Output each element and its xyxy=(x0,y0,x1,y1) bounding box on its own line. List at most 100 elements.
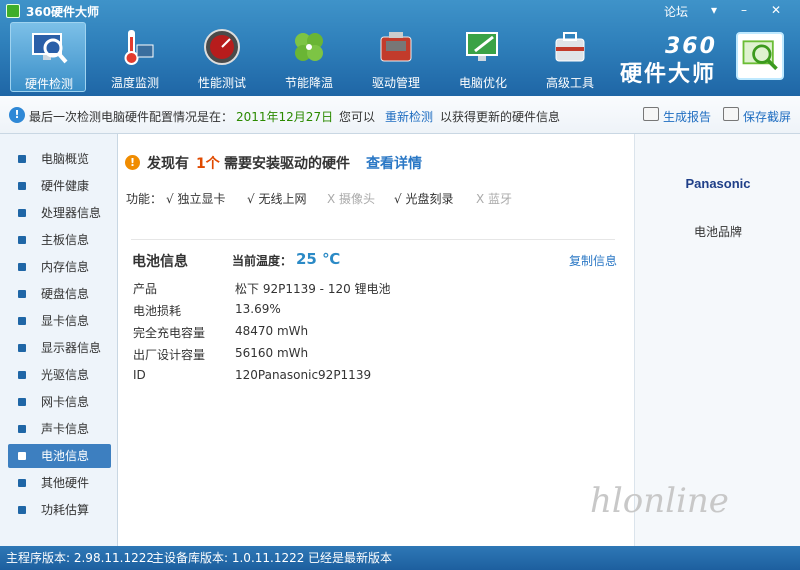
sidebar-item-memory[interactable]: 内存信息 xyxy=(8,255,111,279)
tab-label: 电脑优化 xyxy=(458,76,507,90)
bullet-icon xyxy=(18,263,26,271)
bullet-icon xyxy=(18,182,26,190)
view-details-link[interactable]: 查看详情 xyxy=(366,153,422,173)
camera-icon[interactable] xyxy=(723,107,739,121)
bullet-icon xyxy=(18,398,26,406)
warning-suffix: 需要安装驱动的硬件 xyxy=(224,156,350,172)
temperature-value: 25 ℃ xyxy=(296,250,341,268)
bullet-icon xyxy=(18,209,26,217)
minimize-icon[interactable]: – xyxy=(730,0,758,20)
sidebar-item-motherboard[interactable]: 主板信息 xyxy=(8,228,111,252)
warning-count: 1个 xyxy=(196,156,220,172)
battery-brand-logo: Panasonic xyxy=(685,176,751,191)
feature-disc-burn: √ 光盘刻录 xyxy=(394,192,454,206)
section-title: 电池信息 xyxy=(132,254,188,270)
tab-energy-saving[interactable]: 节能降温 xyxy=(271,22,347,92)
sidebar-item-gpu[interactable]: 显卡信息 xyxy=(8,309,111,333)
close-icon[interactable]: ✕ xyxy=(762,0,790,20)
tab-label: 高级工具 xyxy=(545,76,594,90)
sidebar-item-label: 硬件健康 xyxy=(41,179,90,193)
sidebar-item-optical[interactable]: 光驱信息 xyxy=(8,363,111,387)
tab-driver-manage[interactable]: 驱动管理 xyxy=(358,22,434,92)
bullet-icon xyxy=(18,479,26,487)
sidebar-item-label: 电脑概览 xyxy=(41,152,90,166)
tab-optimize[interactable]: 电脑优化 xyxy=(445,22,521,92)
row-label: ID xyxy=(133,368,146,382)
row-value: 56160 mWh xyxy=(235,346,309,360)
warning-icon: ! xyxy=(125,155,140,170)
speedometer-icon xyxy=(204,29,240,65)
you-can-label: 您可以 xyxy=(339,110,376,124)
sidebar-item-battery[interactable]: 电池信息 xyxy=(8,444,111,468)
latest-version-status: 已经是最新版本 xyxy=(308,551,393,565)
feature-camera: X 摄像头 xyxy=(327,192,376,206)
bullet-icon xyxy=(18,425,26,433)
row-value: 13.69% xyxy=(235,302,281,316)
toolbox-icon xyxy=(380,32,412,62)
thermometer-icon xyxy=(124,30,154,65)
bullet-icon xyxy=(18,236,26,244)
monitor-magnifier-icon xyxy=(32,33,68,64)
last-check-date: 2011年12月27日 xyxy=(236,110,334,124)
watermark-text: hlonline xyxy=(590,481,729,521)
sidebar-item-label: 硬盘信息 xyxy=(41,287,90,301)
title-bar: 360硬件大师 论坛 ▾ – ✕ xyxy=(0,0,800,22)
tab-temperature[interactable]: 温度监测 xyxy=(97,22,173,92)
tab-performance[interactable]: 性能测试 xyxy=(184,22,260,92)
sidebar-item-power[interactable]: 功耗估算 xyxy=(8,498,111,522)
program-version: 主程序版本: 2.98.11.1222 xyxy=(6,551,155,565)
forum-link[interactable]: 论坛 xyxy=(664,3,688,20)
generate-report-button[interactable]: 生成报告 xyxy=(663,108,711,125)
tab-label: 驱动管理 xyxy=(371,76,420,90)
printer-icon[interactable] xyxy=(643,107,659,121)
app-logo-icon xyxy=(6,4,20,18)
feature-discrete-gpu: √ 独立显卡 xyxy=(166,192,226,206)
row-value: 48470 mWh xyxy=(235,324,309,338)
sidebar: 电脑概览 硬件健康 处理器信息 主板信息 内存信息 硬盘信息 显卡信息 显示器信… xyxy=(0,134,118,546)
info-bar: ! 最后一次检测电脑硬件配置情况是在： 2011年12月27日 您可以 重新检测… xyxy=(0,96,800,134)
sidebar-item-label: 声卡信息 xyxy=(41,422,90,436)
sidebar-item-display[interactable]: 显示器信息 xyxy=(8,336,111,360)
temperature-label: 当前温度： xyxy=(232,254,293,268)
row-label: 产品 xyxy=(133,282,158,296)
sidebar-item-sound[interactable]: 声卡信息 xyxy=(8,417,111,441)
bullet-icon xyxy=(18,371,26,379)
tab-label: 温度监测 xyxy=(110,76,159,90)
sidebar-item-label: 其他硬件 xyxy=(41,476,90,490)
save-screenshot-button[interactable]: 保存截屏 xyxy=(743,108,791,125)
clover-fan-icon xyxy=(295,33,323,61)
status-bar: 主程序版本: 2.98.11.1222 主设备库版本: 1.0.11.1222 … xyxy=(0,546,800,570)
row-value: 120Panasonic92P1139 xyxy=(235,368,372,382)
row-label: 电池损耗 xyxy=(133,304,182,318)
sidebar-item-label: 网卡信息 xyxy=(41,395,90,409)
brand-magnifier-icon xyxy=(736,32,784,80)
warning-prefix: 发现有 xyxy=(147,156,189,172)
recheck-link[interactable]: 重新检测 xyxy=(385,108,433,125)
toolkit-icon xyxy=(555,32,585,62)
app-title: 360硬件大师 xyxy=(26,5,100,19)
bullet-icon xyxy=(18,344,26,352)
feature-bluetooth: X 蓝牙 xyxy=(476,192,513,206)
row-label: 完全充电容量 xyxy=(133,326,206,340)
sidebar-item-label: 处理器信息 xyxy=(41,206,102,220)
features-label: 功能： xyxy=(126,192,163,206)
main-panel: ! 发现有 1个 需要安装驱动的硬件 查看详情 功能： √ 独立显卡 √ 无线上… xyxy=(119,134,633,546)
battery-brand-caption: 电池品牌 xyxy=(693,225,742,239)
tab-advanced-tools[interactable]: 高级工具 xyxy=(532,22,608,92)
watermark-logo: hlonline xyxy=(590,481,729,521)
tab-hardware-detect[interactable]: 硬件检测 xyxy=(10,22,86,92)
bullet-icon xyxy=(18,506,26,514)
monitor-broom-icon xyxy=(466,32,498,61)
sidebar-item-disk[interactable]: 硬盘信息 xyxy=(8,282,111,306)
bullet-icon xyxy=(18,290,26,298)
sidebar-item-other[interactable]: 其他硬件 xyxy=(8,471,111,495)
chevron-down-icon[interactable]: ▾ xyxy=(700,0,728,20)
sidebar-item-overview[interactable]: 电脑概览 xyxy=(8,147,111,171)
copy-info-link[interactable]: 复制信息 xyxy=(569,252,617,269)
sidebar-item-label: 显卡信息 xyxy=(41,314,90,328)
row-value: 松下 92P1139 - 120 锂电池 xyxy=(235,282,391,296)
sidebar-item-network[interactable]: 网卡信息 xyxy=(8,390,111,414)
brand-name: 硬件大师 xyxy=(620,62,717,87)
sidebar-item-health[interactable]: 硬件健康 xyxy=(8,174,111,198)
sidebar-item-cpu[interactable]: 处理器信息 xyxy=(8,201,111,225)
